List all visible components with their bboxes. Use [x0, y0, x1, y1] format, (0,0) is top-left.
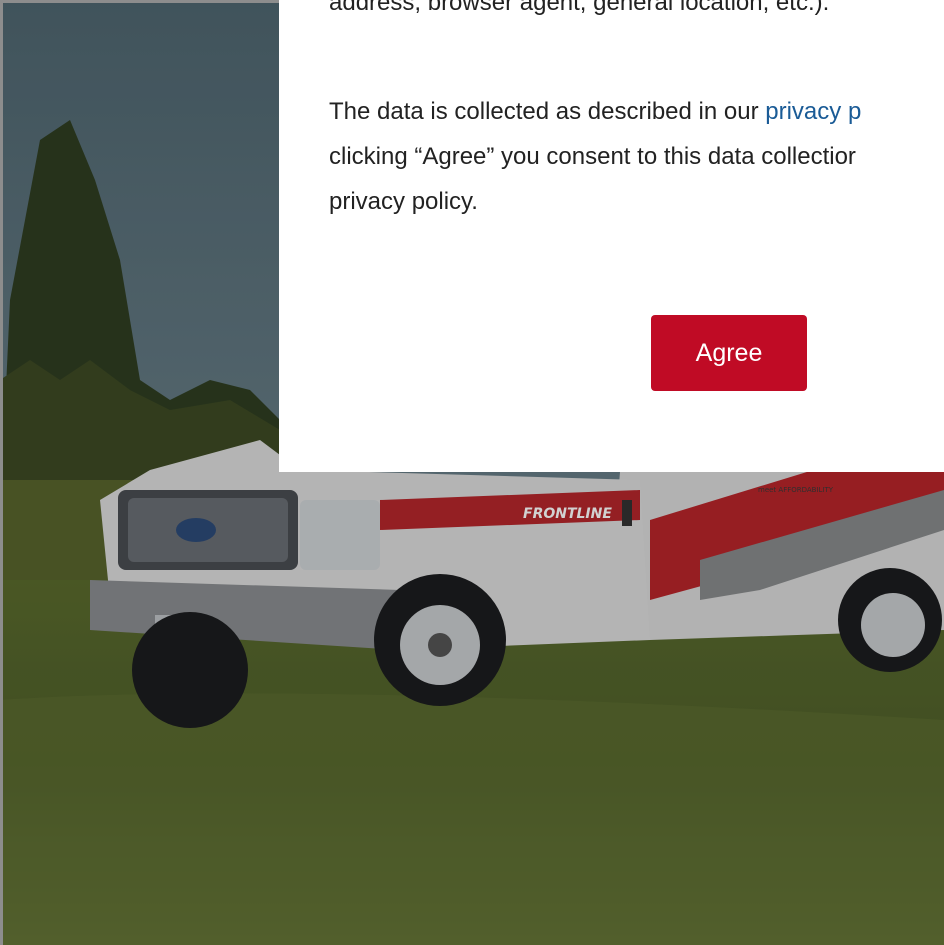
consent-paragraph-1: address, browser agent, general location…: [329, 0, 830, 16]
consent-dialog: address, browser agent, general location…: [279, 0, 944, 472]
consent-paragraph-2-end: privacy policy.: [329, 188, 478, 215]
consent-paragraph-2: The data is collected as described in ou…: [329, 89, 944, 224]
agree-button[interactable]: Agree: [651, 315, 807, 391]
privacy-policy-link[interactable]: privacy p: [765, 98, 861, 125]
consent-paragraph-2-start: The data is collected as described in ou…: [329, 98, 766, 125]
consent-paragraph-2-middle: clicking “Agree” you consent to this dat…: [329, 143, 856, 170]
